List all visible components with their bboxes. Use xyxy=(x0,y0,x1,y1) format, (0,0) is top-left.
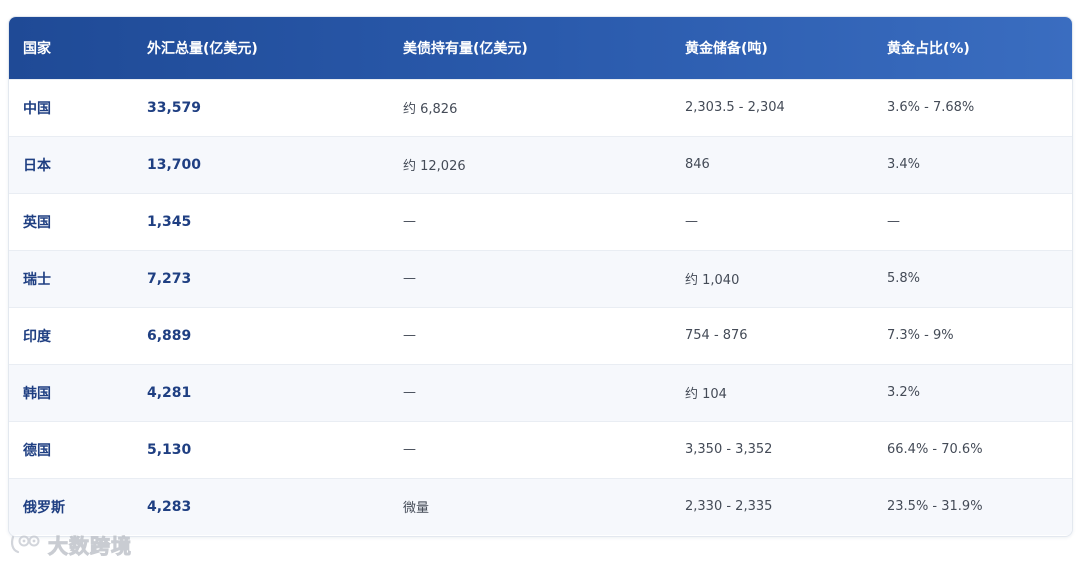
header-row: 国家 外汇总量(亿美元) 美债持有量(亿美元) 黄金储备(吨) 黄金占比(%) xyxy=(9,17,1072,79)
cell-gold: 754 - 876 xyxy=(685,328,748,343)
cell-gold-ratio: — xyxy=(887,214,900,229)
reserves-table-card: 国家 外汇总量(亿美元) 美债持有量(亿美元) 黄金储备(吨) 黄金占比(%) … xyxy=(8,16,1073,537)
cell-gold: — xyxy=(685,214,698,229)
header-fx-total: 外汇总量(亿美元) xyxy=(147,40,258,57)
table-row: 俄罗斯 4,283 微量 2,330 - 2,335 23.5% - 31.9% xyxy=(9,478,1072,535)
cell-treasury: 微量 xyxy=(403,501,430,517)
cell-treasury: — xyxy=(403,442,416,457)
cell-fx-total: 4,283 xyxy=(147,498,192,515)
table-row: 韩国 4,281 — 约 104 3.2% xyxy=(9,364,1072,421)
header-country: 国家 xyxy=(23,40,51,57)
cell-treasury: 约 12,026 xyxy=(403,159,466,174)
table-row: 印度 6,889 — 754 - 876 7.3% - 9% xyxy=(9,307,1072,364)
cell-country: 日本 xyxy=(23,157,51,174)
cell-country: 英国 xyxy=(23,214,51,231)
cell-fx-total: 6,889 xyxy=(147,327,192,344)
cell-fx-total: 33,579 xyxy=(147,99,202,116)
cell-fx-total: 1,345 xyxy=(147,213,192,230)
cell-gold-ratio: 23.5% - 31.9% xyxy=(887,499,983,515)
reserves-table: 国家 外汇总量(亿美元) 美债持有量(亿美元) 黄金储备(吨) 黄金占比(%) … xyxy=(9,17,1072,535)
cell-gold-ratio: 7.3% - 9% xyxy=(887,328,954,343)
brand-logo-icon xyxy=(10,535,40,554)
cell-gold-ratio: 66.4% - 70.6% xyxy=(887,442,983,457)
header-gold-reserves: 黄金储备(吨) xyxy=(685,40,768,57)
cell-treasury: — xyxy=(403,385,416,400)
table-header: 国家 外汇总量(亿美元) 美债持有量(亿美元) 黄金储备(吨) 黄金占比(%) xyxy=(9,17,1072,79)
cell-gold: 846 xyxy=(685,157,710,172)
cell-country: 德国 xyxy=(23,442,51,459)
watermark: 大数跨境 xyxy=(10,530,132,558)
cell-gold-ratio: 3.2% xyxy=(887,385,921,400)
cell-country: 瑞士 xyxy=(23,271,51,288)
watermark-text: 大数跨境 xyxy=(48,533,132,558)
cell-gold-ratio: 3.4% xyxy=(887,157,921,172)
cell-gold: 2,303.5 - 2,304 xyxy=(685,100,785,115)
table-row: 英国 1,345 — — — xyxy=(9,193,1072,250)
cell-country: 韩国 xyxy=(23,385,51,402)
cell-treasury: 约 6,826 xyxy=(403,102,458,117)
cell-gold: 2,330 - 2,335 xyxy=(685,499,773,515)
cell-country: 印度 xyxy=(23,328,51,345)
table-body: 中国 33,579 约 6,826 2,303.5 - 2,304 3.6% -… xyxy=(9,79,1072,535)
table-row: 中国 33,579 约 6,826 2,303.5 - 2,304 3.6% -… xyxy=(9,79,1072,136)
cell-gold: 约 1,040 xyxy=(685,273,740,288)
cell-country: 俄罗斯 xyxy=(23,499,65,516)
cell-treasury: — xyxy=(403,328,416,343)
cell-gold-ratio: 3.6% - 7.68% xyxy=(887,100,975,115)
cell-treasury: — xyxy=(403,214,416,229)
cell-fx-total: 13,700 xyxy=(147,156,202,173)
header-gold-ratio: 黄金占比(%) xyxy=(887,40,970,57)
cell-fx-total: 4,281 xyxy=(147,384,192,401)
cell-country: 中国 xyxy=(23,100,51,117)
cell-fx-total: 7,273 xyxy=(147,270,192,287)
table-row: 日本 13,700 约 12,026 846 3.4% xyxy=(9,136,1072,193)
table-row: 瑞士 7,273 — 约 1,040 5.8% xyxy=(9,250,1072,307)
cell-gold-ratio: 5.8% xyxy=(887,271,921,286)
cell-gold: 3,350 - 3,352 xyxy=(685,442,773,457)
cell-treasury: — xyxy=(403,271,416,286)
cell-gold: 约 104 xyxy=(685,387,727,402)
cell-fx-total: 5,130 xyxy=(147,441,192,458)
table-row: 德国 5,130 — 3,350 - 3,352 66.4% - 70.6% xyxy=(9,421,1072,478)
header-treasury-holdings: 美债持有量(亿美元) xyxy=(403,40,528,57)
